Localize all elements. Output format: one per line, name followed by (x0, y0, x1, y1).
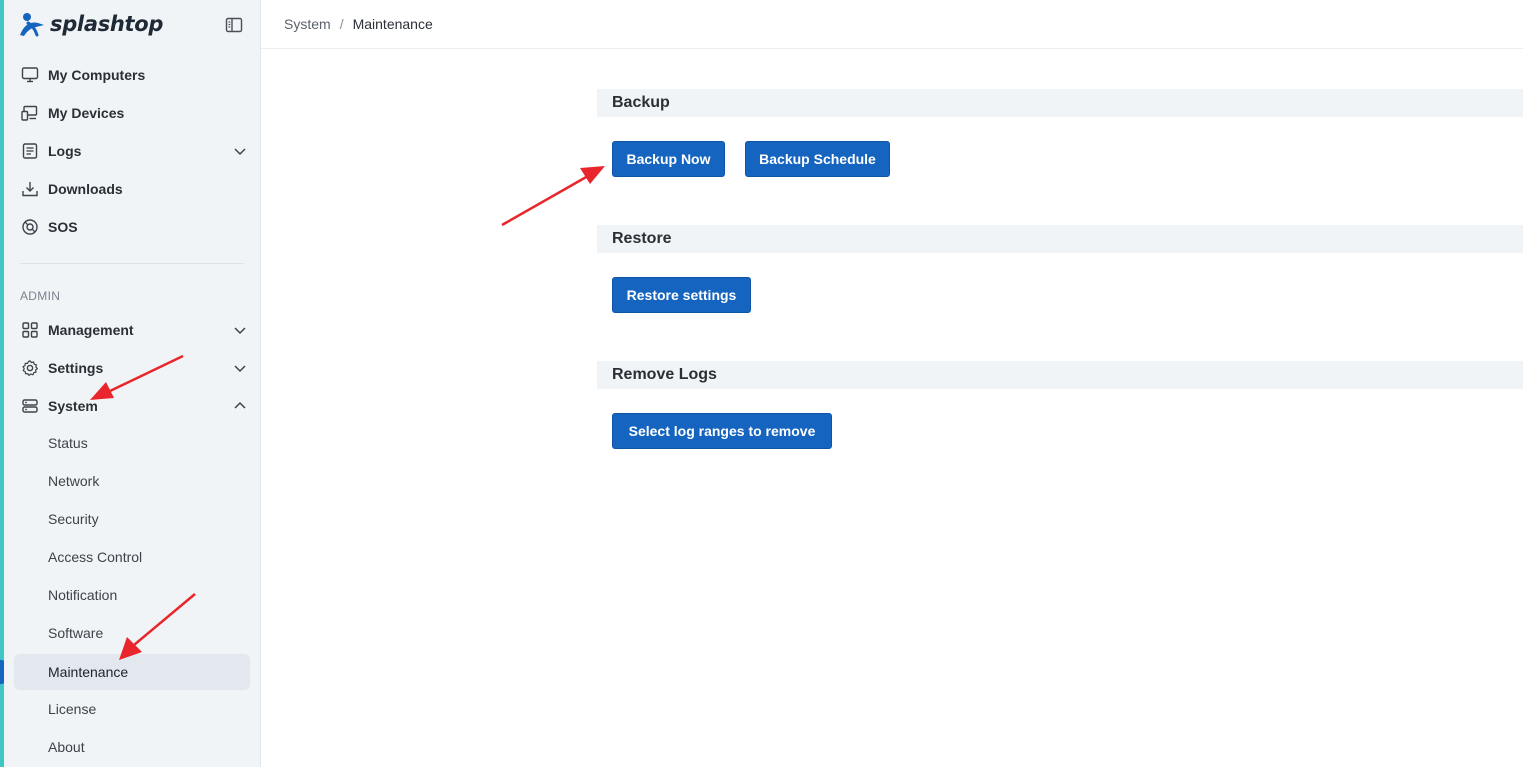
sidebar-item-maintenance[interactable]: Maintenance (14, 654, 250, 690)
splashtop-logo[interactable]: splashtop (18, 10, 163, 38)
gear-icon (20, 358, 40, 378)
logs-icon (20, 141, 40, 161)
sidebar-item-security[interactable]: Security (14, 501, 250, 537)
chevron-down-icon (234, 365, 246, 373)
chevron-down-icon (234, 148, 246, 156)
sidebar-item-logs[interactable]: Logs (16, 134, 250, 168)
sidebar-item-management[interactable]: Management (16, 313, 250, 347)
sidebar-collapse-icon[interactable] (225, 16, 243, 34)
backup-schedule-button[interactable]: Backup Schedule (745, 141, 890, 177)
breadcrumb-current: Maintenance (352, 16, 433, 32)
sidebar-item-label: Maintenance (48, 664, 129, 680)
sidebar-item-label: Software (48, 625, 104, 641)
sidebar-item-label: Security (48, 511, 99, 527)
select-log-ranges-button[interactable]: Select log ranges to remove (612, 413, 832, 449)
sidebar-item-notification[interactable]: Notification (14, 577, 250, 613)
download-icon (20, 179, 40, 199)
breadcrumb: System / Maintenance (284, 16, 433, 32)
chevron-up-icon (234, 401, 246, 409)
sos-icon (20, 217, 40, 237)
grid-icon (20, 320, 40, 340)
sidebar-item-label: SOS (48, 219, 78, 235)
sidebar-item-downloads[interactable]: Downloads (16, 172, 250, 206)
logo-wordmark: splashtop (50, 12, 164, 36)
sidebar-item-my-devices[interactable]: My Devices (16, 96, 250, 130)
splashtop-logo-icon (20, 13, 44, 37)
section-title: Restore (612, 230, 672, 247)
sidebar-item-about[interactable]: About (14, 729, 250, 765)
sidebar-item-label: Management (48, 322, 134, 338)
sidebar-item-settings[interactable]: Settings (16, 351, 250, 385)
sidebar-item-label: Access Control (48, 549, 143, 565)
chevron-down-icon (234, 327, 246, 335)
sidebar-item-my-computers[interactable]: My Computers (16, 58, 250, 92)
monitor-icon (20, 65, 40, 85)
sidebar-item-label: License (48, 701, 97, 717)
sidebar-item-label: My Computers (48, 67, 146, 83)
breadcrumb-separator: / (339, 16, 344, 32)
remove-logs-section-header: Remove Logs (597, 361, 1523, 389)
devices-icon (20, 103, 40, 123)
sidebar-item-label: Network (48, 473, 100, 489)
server-icon (20, 396, 40, 416)
sidebar-item-label: Status (48, 435, 88, 451)
active-item-indicator (0, 660, 4, 684)
sidebar-divider (20, 263, 244, 264)
sidebar: splashtop My Computers My Devices Logs D… (4, 0, 261, 767)
restore-section-header: Restore (597, 225, 1523, 253)
sidebar-item-label: System (48, 398, 98, 414)
section-title: Remove Logs (612, 366, 717, 383)
sidebar-item-label: About (48, 739, 85, 755)
backup-section-header: Backup (597, 89, 1523, 117)
sidebar-item-software[interactable]: Software (14, 615, 250, 651)
admin-section-label: ADMIN (20, 289, 61, 303)
restore-settings-button[interactable]: Restore settings (612, 277, 751, 313)
sidebar-item-status[interactable]: Status (14, 425, 250, 461)
sidebar-item-label: Settings (48, 360, 104, 376)
annotation-arrow (501, 166, 605, 227)
sidebar-item-label: My Devices (48, 105, 125, 121)
section-title: Backup (612, 94, 670, 111)
sidebar-item-system[interactable]: System (16, 389, 250, 423)
sidebar-item-label: Downloads (48, 181, 123, 197)
sidebar-item-label: Notification (48, 587, 118, 603)
sidebar-item-label: Logs (48, 143, 82, 159)
breadcrumb-parent[interactable]: System (284, 16, 331, 32)
sidebar-item-license[interactable]: License (14, 691, 250, 727)
sidebar-item-access-control[interactable]: Access Control (14, 539, 250, 575)
backup-now-button[interactable]: Backup Now (612, 141, 725, 177)
top-bar: System / Maintenance (261, 0, 1523, 49)
sidebar-item-sos[interactable]: SOS (16, 210, 250, 244)
sidebar-item-network[interactable]: Network (14, 463, 250, 499)
